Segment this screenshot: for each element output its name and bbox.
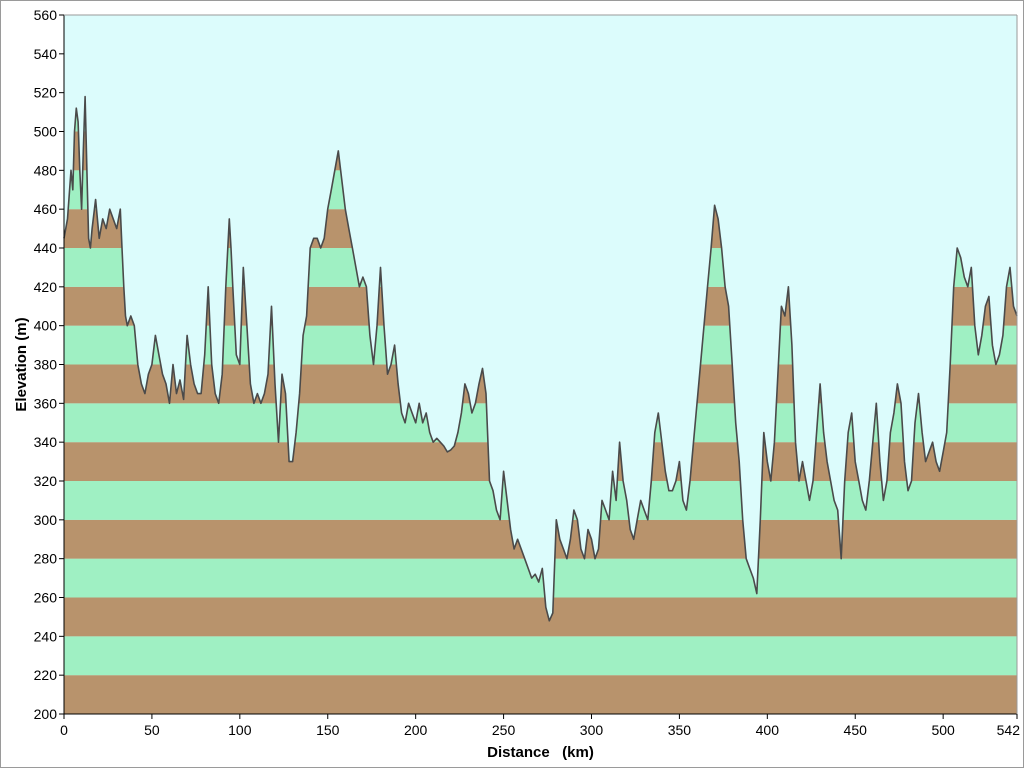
x-tick-label: 400 <box>756 722 780 738</box>
x-tick-label: 100 <box>228 722 252 738</box>
x-tick-label: 300 <box>580 722 604 738</box>
x-tick-label: 500 <box>931 722 955 738</box>
elevation-band-240 <box>64 597 1017 637</box>
y-tick-label: 220 <box>34 667 58 683</box>
x-tick-label: 250 <box>492 722 516 738</box>
y-tick-label: 300 <box>34 512 58 528</box>
x-axis-ticks: 0 50 100 150 200 250 300 350 400 450 500 542 <box>60 714 1020 738</box>
y-tick-label: 480 <box>34 162 58 178</box>
y-tick-label: 360 <box>34 395 58 411</box>
x-tick-label: 150 <box>316 722 340 738</box>
y-tick-label: 560 <box>34 7 58 23</box>
y-tick-label: 500 <box>34 124 58 140</box>
x-axis-title: Distance (km) <box>487 744 594 761</box>
x-tick-label: 450 <box>844 722 868 738</box>
elevation-band-220 <box>64 636 1017 676</box>
y-tick-label: 380 <box>34 357 58 373</box>
y-tick-label: 440 <box>34 240 58 256</box>
x-tick-label: 350 <box>668 722 692 738</box>
y-axis-title: Elevation (m) <box>13 317 30 411</box>
y-tick-label: 460 <box>34 201 58 217</box>
y-tick-label: 320 <box>34 473 58 489</box>
y-tick-label: 340 <box>34 434 58 450</box>
elevation-band-200 <box>64 675 1017 714</box>
x-tick-label: 50 <box>144 722 160 738</box>
elevation-profile-chart: 0 50 100 150 200 250 300 350 400 450 500 542 200 220… <box>13 7 1020 761</box>
y-tick-label: 520 <box>34 85 58 101</box>
x-tick-label: 542 <box>997 722 1021 738</box>
y-axis-ticks: 200 220 240 260 280 300 320 340 360 380 400 420 440 4… <box>34 7 64 722</box>
chart-frame: 0 50 100 150 200 250 300 350 400 450 500 542 200 220… <box>0 0 1024 768</box>
y-tick-label: 280 <box>34 551 58 567</box>
y-tick-label: 200 <box>34 706 58 722</box>
y-tick-label: 540 <box>34 46 58 62</box>
x-tick-label: 0 <box>60 722 68 738</box>
x-tick-label: 200 <box>404 722 428 738</box>
y-tick-label: 260 <box>34 590 58 606</box>
y-tick-label: 240 <box>34 628 58 644</box>
y-tick-label: 420 <box>34 279 58 295</box>
y-tick-label: 400 <box>34 318 58 334</box>
